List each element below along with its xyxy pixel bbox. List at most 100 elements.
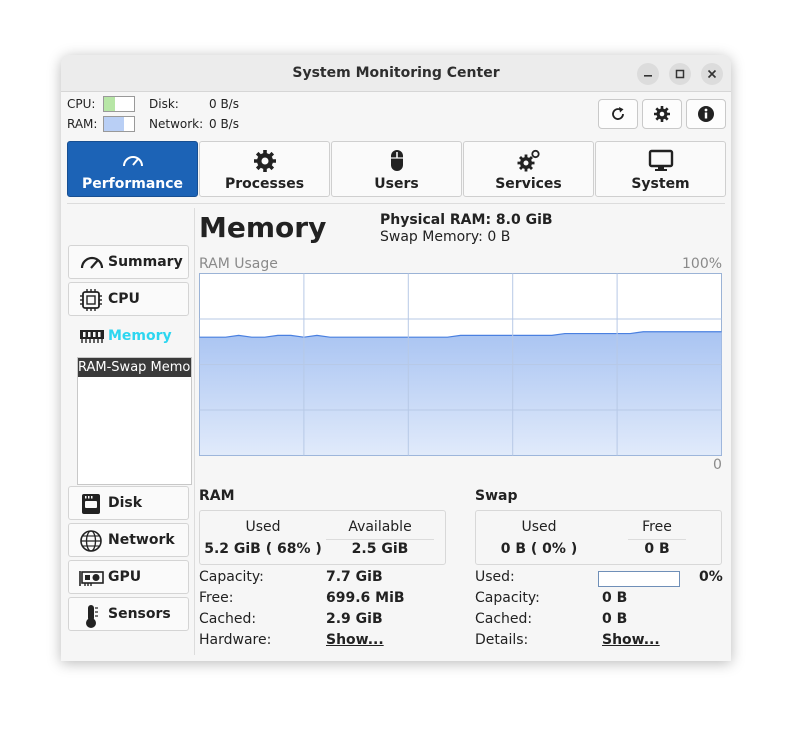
memory-sublist: RAM-Swap Memory [77, 357, 192, 485]
gpu-icon [79, 571, 104, 586]
swap-capacity-label: Capacity: [475, 590, 540, 606]
mini-network-label: Network: [149, 117, 204, 131]
swap-used-bar-label: Used: [475, 569, 515, 585]
ram-capacity-value: 7.7 GiB [326, 569, 383, 585]
window-title: System Monitoring Center [292, 65, 500, 81]
sidebar-item-gpu[interactable]: GPU [68, 560, 189, 594]
swap-box-divider [628, 539, 686, 540]
swap-details-show-link[interactable]: Show... [602, 632, 660, 648]
swap-used-value: 0 B ( 0% ) [500, 541, 578, 557]
sidebar-sensors-label: Sensors [108, 606, 171, 622]
tab-system[interactable]: System [595, 141, 726, 197]
physical-ram-text: Physical RAM: 8.0 GiB [380, 212, 553, 228]
sidebar-summary-label: Summary [108, 254, 183, 270]
gear-icon [253, 150, 276, 172]
mini-ram-bar [103, 116, 135, 132]
gauge-icon [80, 256, 104, 269]
gauge-icon [122, 156, 143, 167]
sidebar-item-network[interactable]: Network [68, 523, 189, 557]
close-icon [707, 69, 717, 79]
maximize-button[interactable] [669, 63, 691, 85]
swap-cached-label: Cached: [475, 611, 533, 627]
tab-performance[interactable]: Performance [67, 141, 198, 197]
ram-heading: RAM [199, 488, 235, 504]
sidebar-item-sensors[interactable]: Sensors [68, 597, 189, 631]
swap-heading: Swap [475, 488, 518, 504]
sidebar-gpu-label: GPU [108, 569, 142, 585]
ram-capacity-label: Capacity: [199, 569, 264, 585]
sidebar-network-label: Network [108, 532, 175, 548]
swap-used-label: Used [521, 519, 557, 535]
tab-services-label: Services [495, 176, 562, 192]
minimize-icon [644, 75, 652, 77]
cpu-icon [80, 289, 102, 311]
gear-icon [654, 106, 670, 122]
ram-usage-chart [199, 273, 722, 456]
page-title: Memory [199, 211, 327, 244]
mini-ram-bar-fill [104, 117, 124, 131]
chart-label: RAM Usage [199, 256, 278, 272]
swap-details-label: Details: [475, 632, 529, 648]
ram-usage-area [199, 331, 722, 456]
chart-min-label: 0 [713, 457, 722, 473]
sidebar-disk-label: Disk [108, 495, 143, 511]
refresh-icon [612, 107, 624, 120]
thermometer-icon [86, 605, 98, 628]
swap-free-label: Free [642, 519, 672, 535]
ram-usage-box: Used 5.2 GiB ( 68% ) Available 2.5 GiB [199, 510, 446, 565]
settings-button[interactable] [642, 99, 682, 129]
swap-used-percent: 0% [699, 569, 723, 585]
sidebar-item-disk[interactable]: Disk [68, 486, 189, 520]
gears-icon [517, 149, 540, 172]
tab-divider [67, 203, 725, 204]
chart-max-label: 100% [682, 256, 723, 272]
ram-available-label: Available [348, 519, 412, 535]
ram-free-label: Free: [199, 590, 234, 606]
tab-processes[interactable]: Processes [199, 141, 330, 197]
mini-cpu-label: CPU: [67, 97, 96, 111]
mouse-icon [390, 150, 403, 171]
tab-users-label: Users [374, 176, 419, 192]
sublist-item-ram-swap[interactable]: RAM-Swap Memory [78, 358, 191, 377]
monitor-icon [648, 149, 673, 171]
sidebar-memory-label: Memory [108, 328, 172, 344]
sidebar-item-memory[interactable]: Memory [68, 319, 189, 353]
tab-services[interactable]: Services [463, 141, 594, 197]
mini-cpu-bar [103, 96, 135, 112]
info-icon [698, 106, 714, 122]
mini-cpu-bar-fill [104, 97, 115, 111]
ram-used-label: Used [245, 519, 281, 535]
close-button[interactable] [701, 63, 723, 85]
disk-icon [82, 494, 100, 514]
memory-icon [80, 330, 104, 343]
sidebar-item-summary[interactable]: Summary [68, 245, 189, 279]
refresh-button[interactable] [598, 99, 638, 129]
maximize-icon [675, 69, 685, 79]
ram-hardware-label: Hardware: [199, 632, 272, 648]
globe-icon [80, 530, 102, 552]
ram-cached-label: Cached: [199, 611, 257, 627]
minimize-button[interactable] [637, 63, 659, 85]
ram-hardware-show-link[interactable]: Show... [326, 632, 384, 648]
ram-available-value: 2.5 GiB [351, 541, 409, 557]
about-button[interactable] [686, 99, 726, 129]
ram-free-value: 699.6 MiB [326, 590, 405, 606]
sidebar-cpu-label: CPU [108, 291, 140, 307]
tab-users[interactable]: Users [331, 141, 462, 197]
swap-memory-text: Swap Memory: 0 B [380, 229, 511, 245]
mini-ram-label: RAM: [67, 117, 98, 131]
tab-processes-label: Processes [224, 176, 305, 192]
tab-system-label: System [631, 176, 690, 192]
ram-box-divider [326, 539, 434, 540]
swap-free-value: 0 B [644, 541, 670, 557]
sidebar-divider [194, 208, 195, 655]
mini-disk-value: 0 B/s [209, 97, 239, 111]
swap-cached-value: 0 B [602, 611, 628, 627]
tab-performance-label: Performance [81, 176, 184, 192]
title-bar: System Monitoring Center [61, 55, 731, 92]
swap-capacity-value: 0 B [602, 590, 628, 606]
ram-used-value: 5.2 GiB ( 68% ) [204, 541, 322, 557]
sidebar-item-cpu[interactable]: CPU [68, 282, 189, 316]
app-window: System Monitoring Center CPU: RAM: Disk:… [61, 55, 731, 661]
swap-usage-box: Used 0 B ( 0% ) Free 0 B [475, 510, 722, 565]
